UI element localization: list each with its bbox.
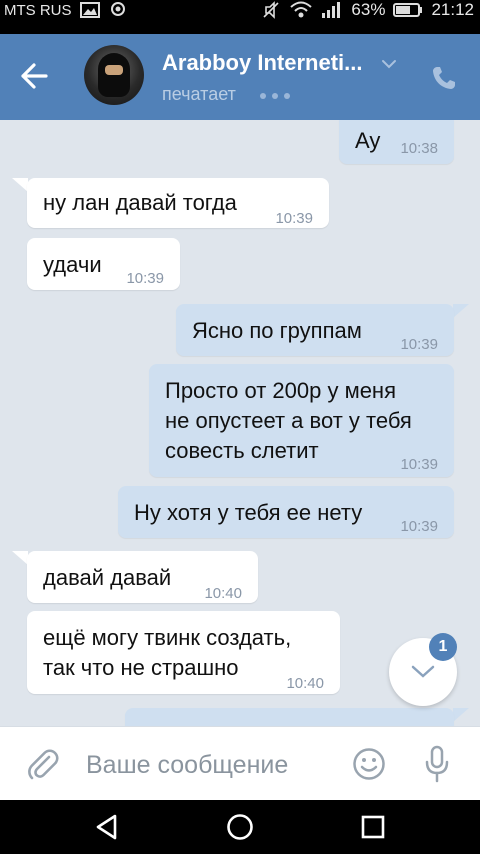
circle-home-icon — [227, 814, 253, 840]
message-list[interactable]: Ау 10:38 ну лан давай тогда 10:39 удачи … — [0, 120, 480, 726]
message-text: ну лан давай тогда — [43, 190, 237, 215]
message-time: 10:38 — [400, 140, 438, 157]
typing-dots-icon — [260, 93, 290, 99]
message-text: удачи — [43, 252, 102, 277]
message-bubble-outgoing[interactable]: Просто от 200р у меня не опустеет а вот … — [149, 364, 454, 477]
location-icon — [108, 1, 128, 19]
message-text: Ау — [355, 128, 381, 153]
triangle-back-icon — [96, 814, 117, 840]
message-text-line: не опустеет а вот у тебя — [165, 408, 412, 433]
battery-icon — [393, 2, 423, 18]
clock: 21:12 — [431, 0, 474, 19]
chat-header: Arabboy Interneti... печатает — [0, 34, 480, 120]
message-text: давай давай — [43, 565, 172, 590]
emoji-button[interactable] — [350, 745, 388, 783]
message-bubble-incoming[interactable]: ну лан давай тогда 10:39 — [27, 178, 329, 228]
avatar[interactable] — [84, 45, 144, 105]
contact-name[interactable]: Arabboy Interneti... — [162, 50, 362, 76]
chevron-down-icon — [411, 665, 435, 678]
message-text-line: совесть слетит — [165, 438, 319, 463]
microphone-icon — [425, 745, 449, 783]
gallery-icon — [79, 2, 100, 18]
call-button[interactable] — [426, 60, 462, 96]
back-button[interactable] — [14, 56, 54, 96]
message-bubble-incoming[interactable]: удачи 10:39 — [27, 238, 180, 290]
square-recents-icon — [361, 815, 385, 839]
message-input[interactable] — [86, 745, 326, 785]
message-time: 10:39 — [275, 210, 313, 227]
message-time: 10:40 — [286, 675, 324, 692]
message-bubble-incoming[interactable]: ещё могу твинк создать, так что не страш… — [27, 611, 340, 694]
message-composer — [0, 726, 480, 800]
mute-icon — [261, 1, 281, 19]
message-time: 10:39 — [126, 270, 164, 287]
message-time: 10:39 — [400, 518, 438, 535]
system-nav-bar — [0, 800, 480, 854]
message-time: 10:39 — [400, 456, 438, 473]
message-text: Ясно по группам — [192, 318, 362, 343]
back-arrow-icon — [21, 63, 48, 89]
message-time: 10:39 — [400, 336, 438, 353]
wifi-icon — [289, 1, 313, 19]
status-bar: MTS RUS 63% 21:12 — [0, 0, 480, 34]
message-text-line: так что не страшно — [43, 655, 239, 680]
nav-home-button[interactable] — [225, 812, 255, 842]
signal-icon — [321, 1, 343, 19]
message-bubble-outgoing[interactable]: Ну хотя у тебя ее нету 10:39 — [118, 486, 454, 538]
attach-button[interactable] — [24, 745, 62, 783]
nav-recents-button[interactable] — [358, 812, 388, 842]
smile-icon — [353, 748, 385, 780]
phone-icon — [433, 67, 455, 89]
voice-message-button[interactable] — [418, 743, 456, 785]
message-bubble-outgoing[interactable]: Ау 10:38 — [339, 120, 454, 164]
unread-count-badge: 1 — [429, 633, 457, 661]
message-text-line: ещё могу твинк создать, — [43, 625, 292, 650]
message-bubble-outgoing[interactable]: Ясно по группам 10:39 — [176, 304, 454, 356]
carrier-label: MTS RUS — [4, 1, 72, 19]
battery-percent: 63% — [351, 0, 386, 19]
message-time: 10:40 — [204, 585, 242, 602]
chevron-down-icon[interactable] — [381, 56, 397, 74]
paperclip-icon — [28, 749, 59, 780]
message-text-line: Просто от 200р у меня — [165, 378, 396, 403]
message-text: Ну хотя у тебя ее нету — [134, 500, 363, 525]
nav-back-button[interactable] — [92, 812, 122, 842]
message-bubble-incoming[interactable]: давай давай 10:40 — [27, 551, 258, 603]
message-bubble-outgoing[interactable] — [125, 708, 454, 726]
typing-status: печатает — [162, 84, 236, 104]
